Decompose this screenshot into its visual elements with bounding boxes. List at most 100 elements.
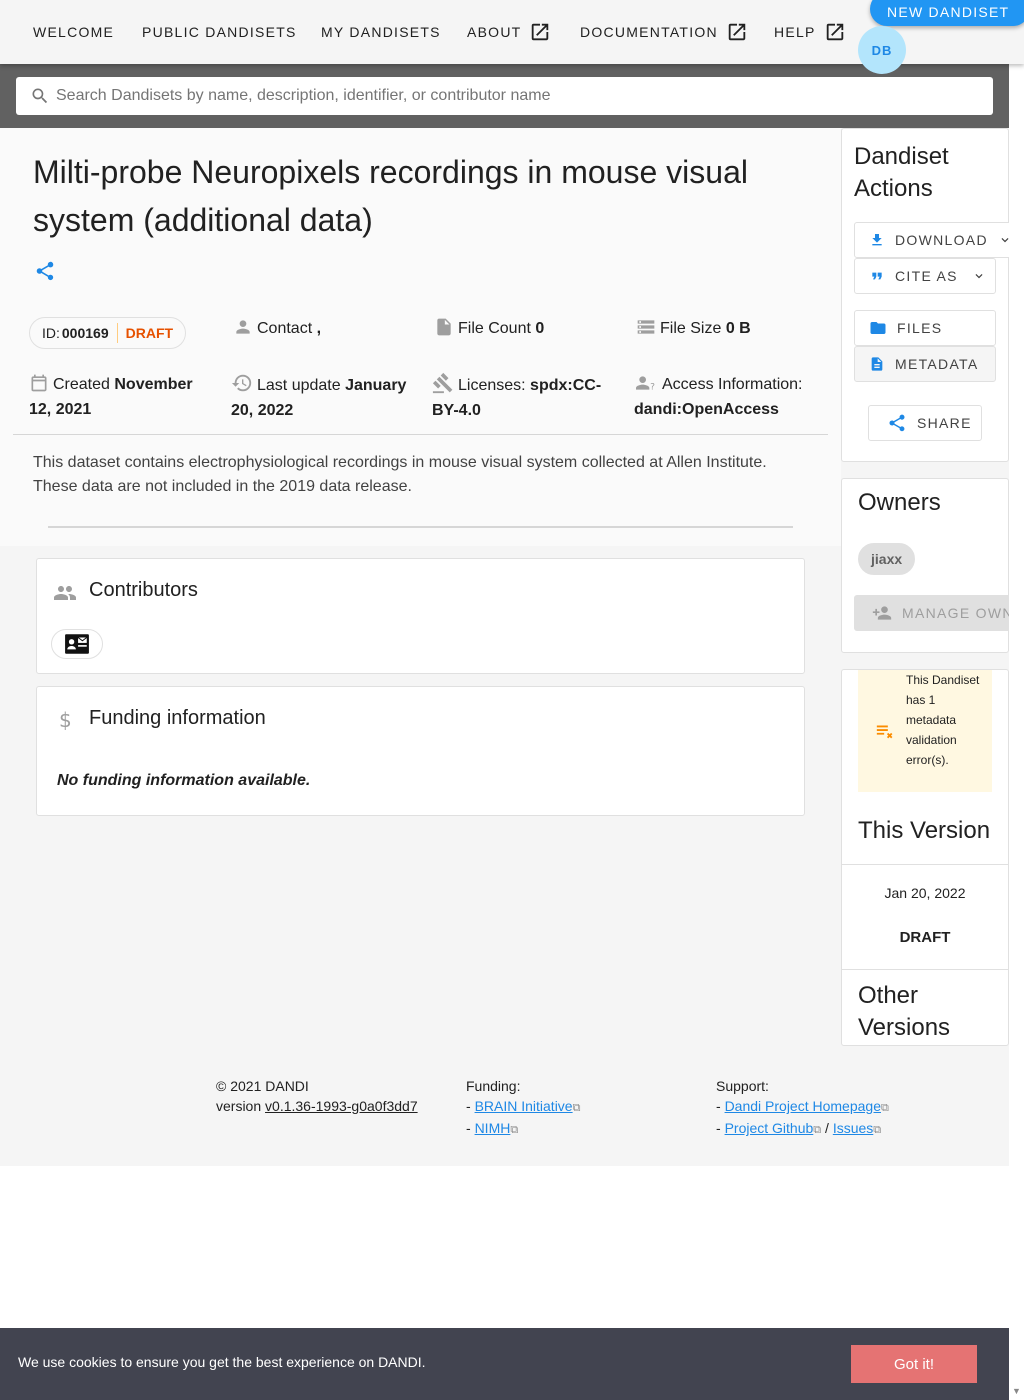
footer-copyright-col: © 2021 DANDI version v0.1.36-1993-g0a0f3…	[216, 1076, 418, 1116]
history-icon	[231, 374, 252, 392]
folder-icon	[870, 322, 886, 334]
version-link[interactable]: v0.1.36-1993-g0a0f3dd7	[265, 1098, 418, 1114]
download-button[interactable]: DOWNLOAD	[854, 222, 1014, 258]
file-count-info: File Count 0	[434, 316, 544, 341]
access-label: Access Information:	[662, 376, 803, 393]
quote-icon	[872, 272, 882, 280]
cookie-accept-button[interactable]: Got it!	[851, 1345, 977, 1383]
dandiset-actions-card: Dandiset Actions DOWNLOAD CITE AS FILES …	[841, 128, 1014, 462]
last-update-info: Last update January 20, 2022	[231, 372, 421, 423]
cite-as-label: CITE AS	[895, 268, 958, 284]
version-date: Jan 20, 2022	[884, 885, 966, 901]
project-github-link[interactable]: Project Github	[725, 1120, 814, 1136]
new-dandiset-button[interactable]: NEW DANDISET	[870, 0, 1024, 26]
metadata-button[interactable]: METADATA	[854, 346, 996, 382]
manage-owners-button[interactable]: MANAGE OWNERS	[854, 595, 1014, 631]
scroll-down-arrow-icon[interactable]: ▼	[1010, 1386, 1023, 1398]
created-label: Created	[53, 376, 110, 393]
created-info: Created November 12, 2021	[29, 372, 219, 422]
contact-value: ,	[316, 320, 322, 337]
file-count-label: File Count	[458, 320, 531, 337]
svg-text:$: $	[59, 708, 72, 732]
nav-about-label: ABOUT	[467, 24, 522, 40]
validation-warning[interactable]: This Dandiset has 1 metadata validation …	[858, 670, 992, 792]
manage-owners-label: MANAGE OWNERS	[902, 605, 1014, 621]
cookie-message: We use cookies to ensure you get the bes…	[18, 1354, 426, 1370]
share-icon	[889, 414, 905, 432]
funding-link-row: - BRAIN Initiative⧉	[466, 1098, 581, 1114]
search-input[interactable]	[56, 87, 956, 105]
gavel-icon	[432, 372, 453, 394]
download-label: DOWNLOAD	[895, 232, 988, 248]
funding-label: Funding:	[466, 1078, 521, 1094]
footer: © 2021 DANDI version v0.1.36-1993-g0a0f3…	[0, 1066, 1009, 1166]
version-status[interactable]: DRAFT	[842, 929, 1008, 946]
version-line: version v0.1.36-1993-g0a0f3dd7	[216, 1096, 418, 1116]
contact-label: Contact	[257, 320, 313, 337]
storage-icon	[637, 320, 655, 334]
nav-public-dandisets[interactable]: PUBLIC DANDISETS	[142, 0, 297, 64]
support-label: Support:	[716, 1078, 769, 1094]
divider	[48, 526, 793, 528]
access-value: dandi:OpenAccess	[634, 401, 779, 418]
nav-help-label: HELP	[774, 24, 816, 40]
brain-initiative-link[interactable]: BRAIN Initiative	[475, 1098, 573, 1114]
nav-documentation[interactable]: DOCUMENTATION	[580, 0, 748, 64]
user-avatar[interactable]: DB	[858, 26, 906, 74]
scrollbar[interactable]	[1009, 64, 1024, 1400]
files-button[interactable]: FILES	[854, 310, 996, 346]
contributors-card: Contributors	[36, 558, 805, 674]
cite-as-button[interactable]: CITE AS	[854, 258, 996, 294]
identifier-chip: ID: 000169 DRAFT	[29, 317, 187, 349]
share-button[interactable]: SHARE	[868, 405, 982, 441]
file-icon	[437, 318, 451, 336]
external-link-icon	[826, 23, 843, 41]
search-box	[16, 77, 993, 115]
dandiset-description: This dataset contains electrophysiologic…	[33, 454, 767, 495]
divider	[13, 434, 828, 435]
nav-my-dandisets-label: MY DANDISETS	[321, 24, 441, 40]
external-link-icon	[532, 23, 549, 41]
chevron-down-icon	[975, 274, 983, 279]
metadata-label: METADATA	[895, 356, 979, 372]
new-dandiset-label: NEW DANDISET	[887, 4, 1010, 20]
support-link-row: - Dandi Project Homepage⧉	[716, 1098, 889, 1114]
files-label: FILES	[897, 320, 943, 336]
share-icon[interactable]	[34, 260, 56, 282]
status-badge: DRAFT	[125, 325, 174, 341]
nav-help[interactable]: HELP	[774, 0, 846, 64]
divider	[842, 864, 1008, 865]
person-icon	[236, 320, 250, 334]
owners-title: Owners	[858, 489, 941, 516]
footer-funding-col: Funding: - BRAIN Initiative⧉ - NIMH⧉	[466, 1076, 580, 1140]
nimh-link[interactable]: NIMH	[475, 1120, 511, 1136]
contributor-chip[interactable]	[51, 629, 103, 659]
funding-link-row: - NIMH⧉	[466, 1120, 519, 1136]
external-link-icon: ⧉	[813, 1124, 822, 1136]
svg-text:?: ?	[650, 382, 655, 393]
licenses-info: Licenses: spdx:CC-BY-4.0	[432, 372, 622, 423]
cookie-accept-label: Got it!	[893, 1355, 934, 1373]
document-icon	[871, 357, 883, 371]
id-label: ID:	[42, 325, 60, 341]
actions-title: Dandiset Actions	[854, 143, 949, 202]
external-link-icon: ⧉	[873, 1124, 882, 1136]
file-size-info: File Size 0 B	[636, 316, 751, 341]
file-count-value: 0	[535, 320, 545, 337]
dandi-homepage-link[interactable]: Dandi Project Homepage	[725, 1098, 881, 1114]
external-link-icon: ⧉	[510, 1124, 519, 1136]
licenses-label: Licenses:	[458, 377, 526, 394]
nav-welcome[interactable]: WELCOME	[33, 0, 114, 64]
nav-about[interactable]: ABOUT	[467, 0, 551, 64]
avatar-initials: DB	[871, 42, 893, 58]
share-label: SHARE	[917, 415, 972, 431]
cookie-banner: We use cookies to ensure you get the bes…	[0, 1328, 1009, 1400]
nav-my-dandisets[interactable]: MY DANDISETS	[321, 0, 441, 64]
file-size-label: File Size	[660, 320, 722, 337]
issues-link[interactable]: Issues	[833, 1120, 873, 1136]
validation-message: This Dandiset has 1 metadata validation …	[906, 673, 980, 767]
funding-title: Funding information	[89, 707, 266, 729]
owners-card: Owners jiaxx MANAGE OWNERS	[841, 478, 1014, 653]
dandiset-title: Milti-probe Neuropixels recordings in mo…	[33, 154, 748, 238]
owner-name: jiaxx	[871, 551, 903, 567]
